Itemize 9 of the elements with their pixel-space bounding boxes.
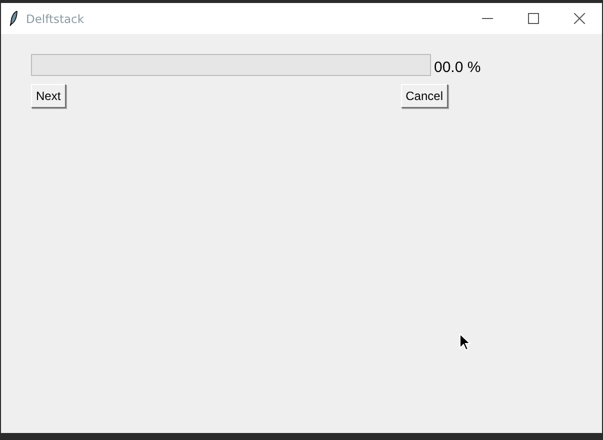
next-button[interactable]: Next — [31, 84, 66, 108]
cancel-button[interactable]: Cancel — [400, 84, 448, 108]
progress-percent: 00.0 % — [434, 60, 481, 76]
maximize-icon[interactable] — [528, 13, 538, 24]
close-icon[interactable] — [574, 13, 584, 24]
feather-icon — [10, 11, 18, 26]
window-title: Delftstack — [26, 12, 86, 26]
minimize-icon[interactable] — [482, 18, 492, 20]
cursor-icon — [459, 333, 471, 351]
